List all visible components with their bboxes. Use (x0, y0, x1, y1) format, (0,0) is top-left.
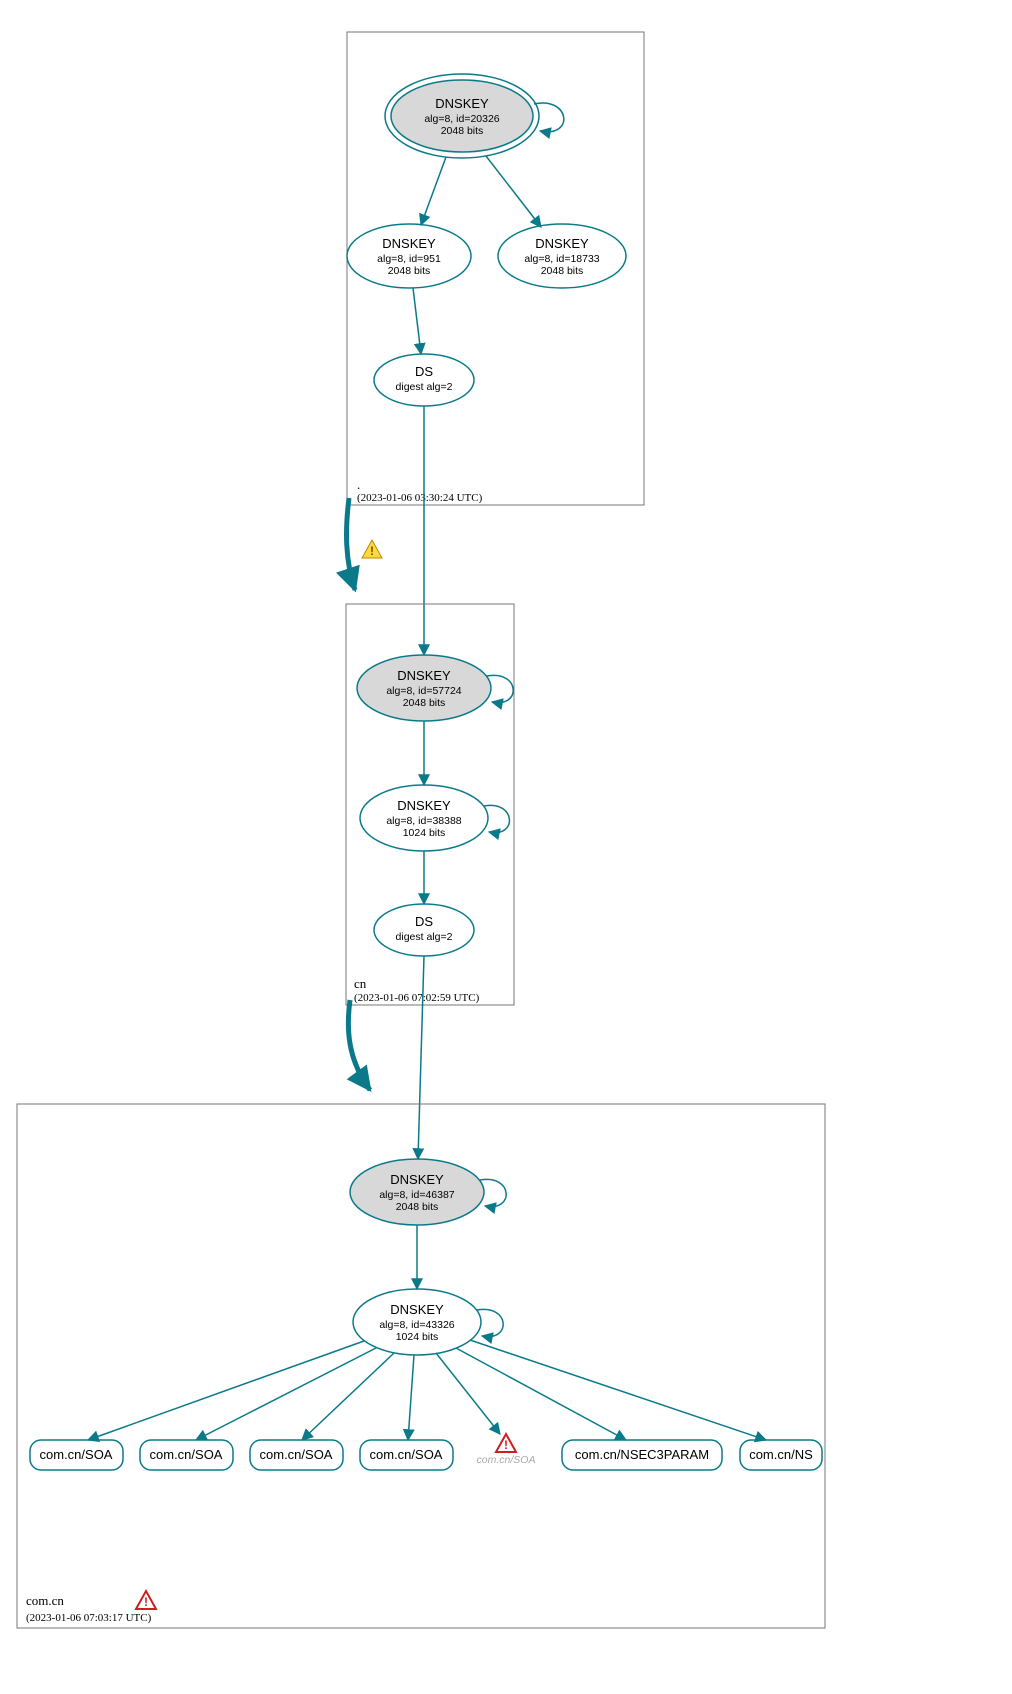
zone-cn-name: cn (354, 976, 367, 991)
svg-text:com.cn/SOA: com.cn/SOA (370, 1447, 443, 1462)
edge-rootksk-zsk2 (486, 156, 541, 227)
root-zsk1-node: DNSKEY alg=8, id=951 2048 bits (347, 224, 471, 288)
zone-comcn-ts: (2023-01-06 07:03:17 UTC) (26, 1612, 152, 1624)
rr-soa-bogus: com.cn/SOA ! (477, 1434, 536, 1466)
edge-cn-to-comcn (348, 1000, 370, 1090)
svg-text:1024 bits: 1024 bits (403, 827, 446, 839)
svg-text:digest alg=2: digest alg=2 (396, 381, 453, 393)
svg-text:com.cn/NS: com.cn/NS (749, 1447, 813, 1462)
svg-text:DNSKEY: DNSKEY (435, 96, 489, 111)
svg-text:alg=8, id=18733: alg=8, id=18733 (524, 253, 599, 265)
svg-text:DNSKEY: DNSKEY (382, 236, 436, 251)
edge-zsk1-ds (413, 288, 421, 354)
rr-ns: com.cn/NS (740, 1440, 822, 1470)
svg-text:digest alg=2: digest alg=2 (396, 931, 453, 943)
rr-nsec3: com.cn/NSEC3PARAM (562, 1440, 722, 1470)
rr-soa-2: com.cn/SOA (140, 1440, 233, 1470)
svg-text:2048 bits: 2048 bits (403, 697, 446, 709)
svg-text:alg=8, id=43326: alg=8, id=43326 (379, 1319, 454, 1331)
svg-text:DS: DS (415, 914, 433, 929)
svg-text:1024 bits: 1024 bits (396, 1331, 439, 1343)
zone-root-name: . (357, 477, 360, 492)
zone-cn-ts: (2023-01-06 07:02:59 UTC) (354, 992, 480, 1004)
rr-soa-4: com.cn/SOA (360, 1440, 453, 1470)
comcn-zsk-node: DNSKEY alg=8, id=43326 1024 bits (353, 1289, 481, 1355)
cn-zsk-node: DNSKEY alg=8, id=38388 1024 bits (360, 785, 488, 851)
svg-text:com.cn/NSEC3PARAM: com.cn/NSEC3PARAM (575, 1447, 709, 1462)
zone-root-ts: (2023-01-06 03:30:24 UTC) (357, 492, 483, 504)
svg-text:DNSKEY: DNSKEY (397, 798, 451, 813)
root-zsk2-node: DNSKEY alg=8, id=18733 2048 bits (498, 224, 626, 288)
root-ksk-node: DNSKEY alg=8, id=20326 2048 bits (385, 74, 539, 158)
warning-icon: ! (362, 540, 382, 558)
root-ds-node: DS digest alg=2 (374, 354, 474, 406)
svg-text:com.cn/SOA: com.cn/SOA (477, 1454, 536, 1466)
svg-text:alg=8, id=46387: alg=8, id=46387 (379, 1189, 454, 1201)
error-icon: ! (136, 1591, 156, 1609)
edge-root-to-cn (347, 498, 355, 590)
svg-text:DNSKEY: DNSKEY (390, 1302, 444, 1317)
svg-text:alg=8, id=38388: alg=8, id=38388 (386, 815, 461, 827)
svg-text:2048 bits: 2048 bits (388, 265, 431, 277)
svg-text:DNSKEY: DNSKEY (397, 668, 451, 683)
svg-text:alg=8, id=20326: alg=8, id=20326 (424, 113, 499, 125)
cn-ds-node: DS digest alg=2 (374, 904, 474, 956)
svg-text:2048 bits: 2048 bits (396, 1201, 439, 1213)
svg-text:DNSKEY: DNSKEY (390, 1172, 444, 1187)
rr-soa-1: com.cn/SOA (30, 1440, 123, 1470)
edge-rootksk-zsk1 (421, 157, 446, 225)
rr-soa-3: com.cn/SOA (250, 1440, 343, 1470)
svg-text:com.cn/SOA: com.cn/SOA (260, 1447, 333, 1462)
svg-text:alg=8, id=57724: alg=8, id=57724 (386, 685, 461, 697)
error-icon: ! (496, 1434, 516, 1452)
cn-ksk-node: DNSKEY alg=8, id=57724 2048 bits (357, 655, 491, 721)
zone-comcn-name: com.cn (26, 1593, 64, 1608)
svg-text:alg=8, id=951: alg=8, id=951 (377, 253, 441, 265)
svg-text:!: ! (504, 1438, 508, 1452)
comcn-ksk-node: DNSKEY alg=8, id=46387 2048 bits (350, 1159, 484, 1225)
svg-text:com.cn/SOA: com.cn/SOA (150, 1447, 223, 1462)
svg-text:2048 bits: 2048 bits (441, 125, 484, 137)
svg-text:com.cn/SOA: com.cn/SOA (40, 1447, 113, 1462)
svg-text:!: ! (144, 1595, 148, 1609)
svg-text:!: ! (370, 544, 374, 558)
svg-text:2048 bits: 2048 bits (541, 265, 584, 277)
edge-cnds-comcnksk (418, 956, 424, 1159)
svg-text:DS: DS (415, 364, 433, 379)
svg-text:DNSKEY: DNSKEY (535, 236, 589, 251)
